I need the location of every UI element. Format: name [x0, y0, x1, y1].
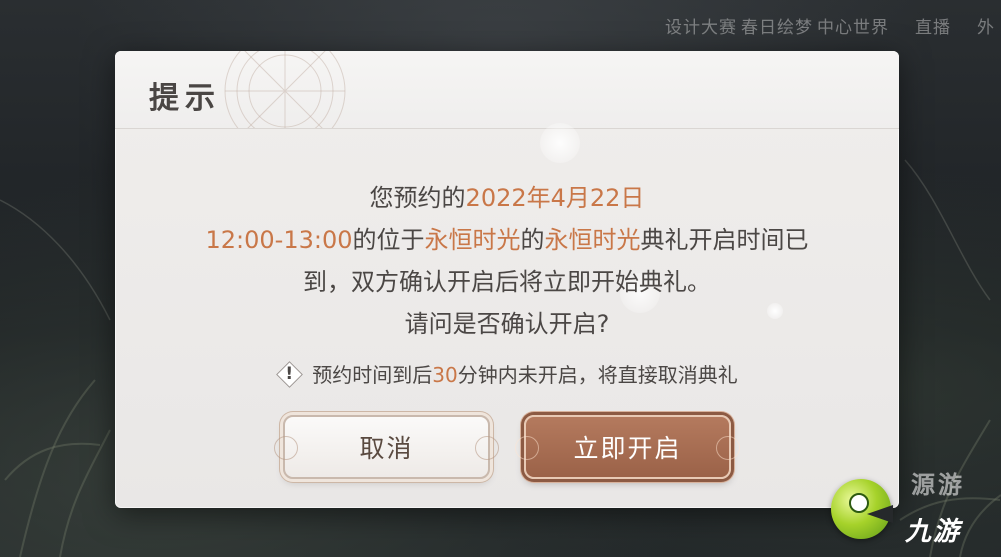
confirm-dialog: 提示 您预约的2022年4月22日 12:00-13:00的位于永恒时光的永恒时…	[115, 51, 899, 508]
top-menu-bar: 设计大赛 春日绘梦 中心世界 直播 外	[665, 10, 1001, 40]
button-ornament-icon	[475, 436, 499, 460]
warning-icon-mark: !	[285, 363, 294, 384]
warning-text-pre: 预约时间到后	[312, 363, 433, 387]
message-line-3: 到，双方确认开启后将立即开始典礼。	[303, 268, 711, 296]
dialog-header: 提示	[115, 51, 899, 129]
dialog-message: 您预约的2022年4月22日 12:00-13:00的位于永恒时光的永恒时光典礼…	[115, 177, 899, 345]
warning-icon: !	[276, 360, 304, 388]
watermark-top-text: 源游	[911, 471, 965, 499]
cancel-button-label: 取消	[359, 434, 414, 463]
message-text: 典礼开启时间已	[640, 226, 809, 254]
reservation-place: 永恒时光	[424, 226, 521, 254]
start-now-button[interactable]: 立即开启	[515, 415, 740, 479]
site-watermark: 源游 九游	[831, 465, 1001, 557]
message-text: 您预约的	[369, 184, 466, 212]
button-ornament-icon	[515, 436, 539, 460]
jiuyou-logo-icon	[831, 479, 893, 539]
warning-minutes: 30	[432, 363, 458, 387]
message-line-1: 您预约的2022年4月22日	[115, 177, 899, 219]
button-ornament-icon	[274, 436, 298, 460]
message-text: 的位于	[352, 226, 425, 254]
warning-note: ! 预约时间到后30分钟内未开启，将直接取消典礼	[115, 359, 899, 388]
watermark-brand-text: 九游	[905, 517, 962, 547]
topbar-item-more[interactable]: 外	[977, 13, 995, 38]
topbar-item-spring-dream[interactable]: 春日绘梦	[741, 13, 813, 38]
topbar-item-center-world[interactable]: 中心世界	[817, 13, 889, 38]
start-now-button-label: 立即开启	[573, 434, 682, 463]
message-line-2: 12:00-13:00的位于永恒时光的永恒时光典礼开启时间已	[115, 219, 899, 261]
bokeh-light	[540, 123, 580, 163]
topbar-item-live[interactable]: 直播	[915, 13, 951, 38]
message-text: 的	[520, 226, 545, 254]
warning-text: 预约时间到后30分钟内未开启，将直接取消典礼	[312, 359, 737, 388]
dialog-title: 提示	[149, 81, 221, 116]
cancel-button[interactable]: 取消	[274, 415, 499, 479]
button-ornament-icon	[716, 436, 740, 460]
reservation-time: 12:00-13:00	[205, 226, 353, 254]
warning-text-post: 分钟内未开启，将直接取消典礼	[457, 363, 738, 387]
topbar-item-design-contest[interactable]: 设计大赛	[665, 13, 737, 38]
reservation-date: 2022年4月22日	[465, 184, 645, 212]
message-line-4: 请问是否确认开启?	[404, 310, 610, 338]
reservation-event: 永恒时光	[544, 226, 641, 254]
